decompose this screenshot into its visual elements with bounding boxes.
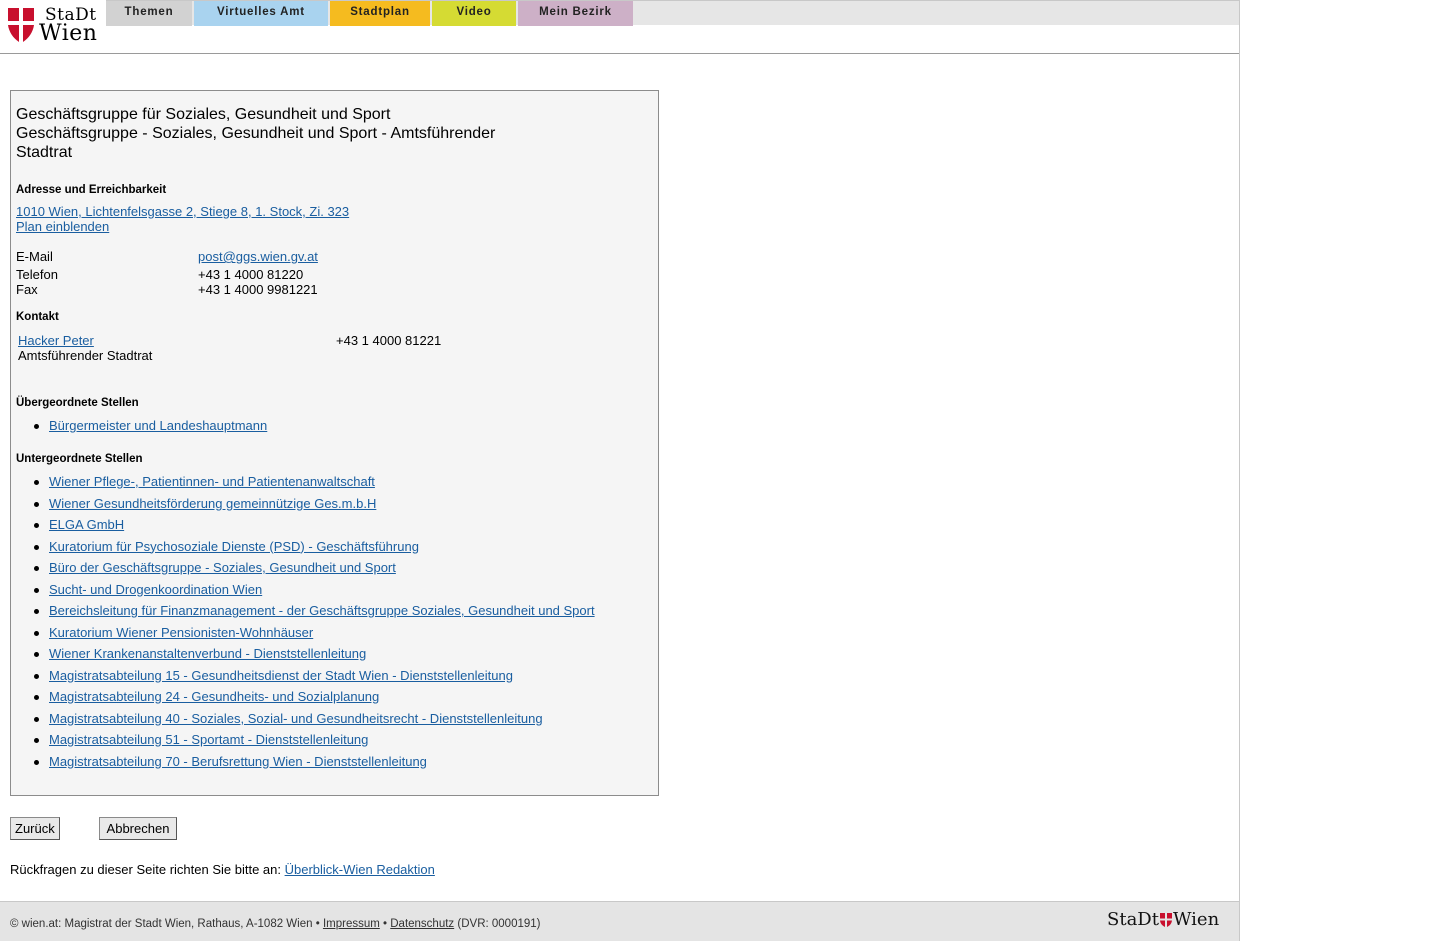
nav-tab-video[interactable]: Video: [432, 1, 516, 26]
subordinate-unit-link[interactable]: Magistratsabteilung 40 - Soziales, Sozia…: [49, 711, 543, 726]
contact-name-link[interactable]: Hacker Peter: [18, 333, 94, 348]
right-empty-area: [1240, 0, 1440, 941]
footer-separator: •: [383, 918, 388, 930]
subordinate-unit-item: Büro der Geschäftsgruppe - Soziales, Ges…: [33, 560, 595, 582]
subordinate-unit-item: ELGA GmbH: [33, 517, 595, 539]
subordinate-unit-link[interactable]: Magistratsabteilung 24 - Gesundheits- un…: [49, 689, 379, 704]
footer-logo-text-stadt: StaDt: [1107, 909, 1159, 930]
superior-units-list: Bürgermeister und Landeshauptmann: [33, 418, 267, 440]
superior-unit-link[interactable]: Bürgermeister und Landeshauptmann: [49, 418, 267, 433]
subordinate-unit-link[interactable]: Magistratsabteilung 15 - Gesundheitsdien…: [49, 668, 513, 683]
nav-tab-mein-bezirk[interactable]: Mein Bezirk: [518, 1, 633, 26]
nav-tab-stadtplan[interactable]: Stadtplan: [330, 1, 430, 26]
subordinate-unit-item: Magistratsabteilung 15 - Gesundheitsdien…: [33, 668, 595, 690]
subordinate-unit-link[interactable]: Büro der Geschäftsgruppe - Soziales, Ges…: [49, 560, 396, 575]
subordinate-unit-item: Magistratsabteilung 51 - Sportamt - Dien…: [33, 732, 595, 754]
logo-text-wien: Wien: [39, 21, 98, 46]
subordinate-unit-link[interactable]: Bereichsleitung für Finanzmanagement - d…: [49, 603, 595, 618]
subordinate-unit-item: Magistratsabteilung 70 - Berufsrettung W…: [33, 754, 595, 776]
superior-units-heading: Übergeordnete Stellen: [16, 397, 139, 409]
subordinate-unit-link[interactable]: Wiener Krankenanstaltenverbund - Diensts…: [49, 646, 366, 661]
nav-tab-virtuelles-amt[interactable]: Virtuelles Amt: [194, 1, 328, 26]
phone-value: +43 1 4000 81220: [198, 267, 304, 282]
email-link[interactable]: post@ggs.wien.gv.at: [198, 249, 318, 264]
footer-dvr: (DVR: 0000191): [457, 918, 541, 930]
fax-value: +43 1 4000 9981221: [198, 282, 318, 297]
feedback-editorial-link[interactable]: Überblick-Wien Redaktion: [285, 862, 435, 877]
email-label: E-Mail: [16, 249, 53, 264]
main-navigation: Themen Virtuelles Amt Stadtplan Video Me…: [106, 0, 1239, 26]
footer-copyright: © wien.at: Magistrat der Stadt Wien, Rat…: [10, 918, 320, 930]
superior-unit-item: Bürgermeister und Landeshauptmann: [33, 418, 267, 440]
fax-label: Fax: [16, 282, 38, 297]
subordinate-unit-item: Wiener Gesundheitsförderung gemeinnützig…: [33, 496, 595, 518]
subordinate-unit-item: Bereichsleitung für Finanzmanagement - d…: [33, 603, 595, 625]
impressum-link[interactable]: Impressum: [323, 918, 380, 930]
show-map-link[interactable]: Plan einblenden: [16, 219, 109, 234]
address-link[interactable]: 1010 Wien, Lichtenfelsgasse 2, Stiege 8,…: [16, 204, 349, 219]
footer-logo-text-wien: Wien: [1172, 909, 1220, 930]
nav-tab-themen[interactable]: Themen: [106, 1, 192, 26]
vienna-shield-icon: [1159, 913, 1172, 927]
subordinate-unit-link[interactable]: Kuratorium Wiener Pensionisten-Wohnhäuse…: [49, 625, 313, 640]
cancel-button[interactable]: Abbrechen: [99, 817, 177, 840]
subordinate-unit-link[interactable]: Magistratsabteilung 51 - Sportamt - Dien…: [49, 732, 368, 747]
subordinate-units-heading: Untergeordnete Stellen: [16, 453, 143, 465]
footer-logo[interactable]: StaDt Wien: [1107, 909, 1219, 930]
contact-heading: Kontakt: [16, 311, 59, 323]
header: StaDt Wien Themen Virtuelles Amt Stadtpl…: [0, 0, 1239, 54]
subordinate-unit-link[interactable]: Magistratsabteilung 70 - Berufsrettung W…: [49, 754, 427, 769]
title-line-1: Geschäftsgruppe für Soziales, Gesundheit…: [16, 106, 391, 123]
feedback-line: Rückfragen zu dieser Seite richten Sie b…: [10, 862, 435, 877]
organization-details-panel: Geschäftsgruppe für Soziales, Gesundheit…: [10, 90, 659, 796]
footer: © wien.at: Magistrat der Stadt Wien, Rat…: [0, 901, 1239, 941]
datenschutz-link[interactable]: Datenschutz: [390, 918, 454, 930]
subordinate-unit-link[interactable]: Wiener Gesundheitsförderung gemeinnützig…: [49, 496, 376, 511]
stadt-wien-logo[interactable]: StaDt Wien: [7, 5, 102, 46]
subordinate-unit-item: Magistratsabteilung 24 - Gesundheits- un…: [33, 689, 595, 711]
feedback-text: Rückfragen zu dieser Seite richten Sie b…: [10, 862, 285, 877]
phone-label: Telefon: [16, 267, 58, 282]
back-button[interactable]: Zurück: [10, 817, 60, 840]
subordinate-unit-link[interactable]: ELGA GmbH: [49, 517, 124, 532]
subordinate-unit-item: Magistratsabteilung 40 - Soziales, Sozia…: [33, 711, 595, 733]
subordinate-unit-link[interactable]: Sucht- und Drogenkoordination Wien: [49, 582, 262, 597]
subordinate-unit-link[interactable]: Kuratorium für Psychosoziale Dienste (PS…: [49, 539, 419, 554]
footer-text: © wien.at: Magistrat der Stadt Wien, Rat…: [10, 918, 541, 930]
subordinate-unit-item: Kuratorium für Psychosoziale Dienste (PS…: [33, 539, 595, 561]
subordinate-unit-item: Wiener Pflege-, Patientinnen- und Patien…: [33, 474, 595, 496]
subordinate-units-list: Wiener Pflege-, Patientinnen- und Patien…: [33, 474, 595, 775]
title-line-3: Stadtrat: [16, 144, 73, 161]
contact-role: Amtsführender Stadtrat: [18, 348, 153, 363]
subordinate-unit-link[interactable]: Wiener Pflege-, Patientinnen- und Patien…: [49, 474, 375, 489]
title-line-2: Geschäftsgruppe - Soziales, Gesundheit u…: [16, 125, 496, 142]
vienna-shield-icon: [8, 8, 34, 42]
subordinate-unit-item: Kuratorium Wiener Pensionisten-Wohnhäuse…: [33, 625, 595, 647]
contact-phone: +43 1 4000 81221: [336, 333, 442, 348]
subordinate-unit-item: Wiener Krankenanstaltenverbund - Diensts…: [33, 646, 595, 668]
page-title: Geschäftsgruppe für Soziales, Gesundheit…: [16, 105, 536, 162]
address-heading: Adresse und Erreichbarkeit: [16, 184, 167, 196]
subordinate-unit-item: Sucht- und Drogenkoordination Wien: [33, 582, 595, 604]
page: StaDt Wien Themen Virtuelles Amt Stadtpl…: [0, 0, 1240, 941]
